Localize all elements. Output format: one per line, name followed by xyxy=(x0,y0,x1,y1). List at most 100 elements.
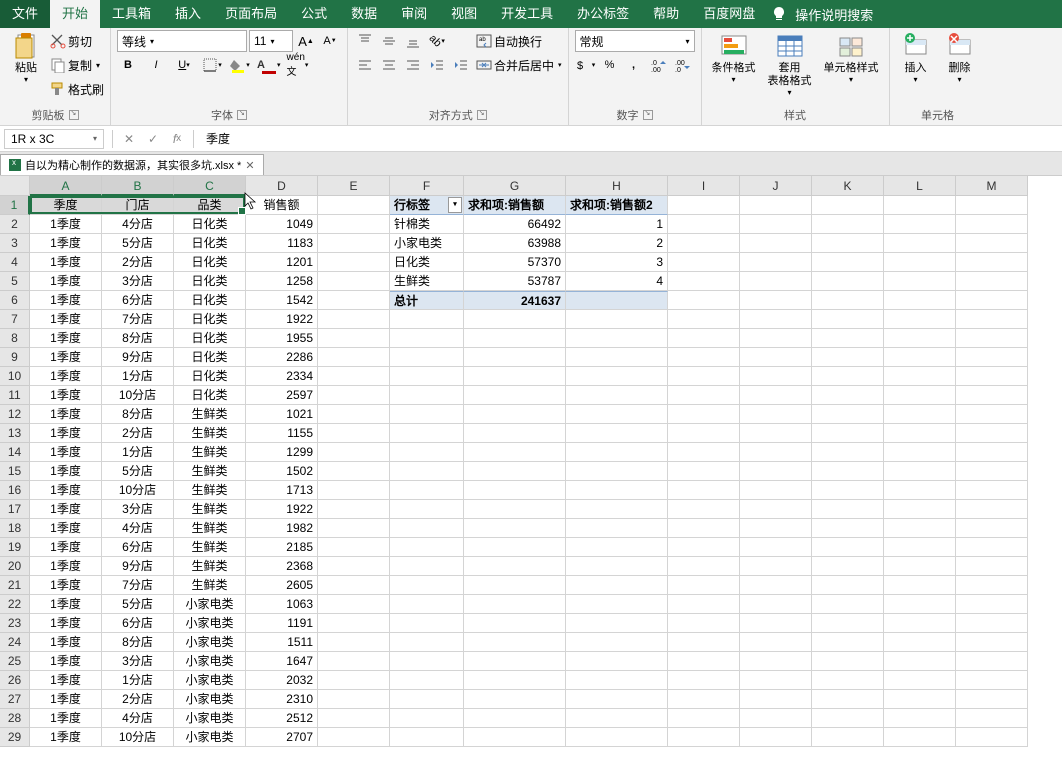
cell[interactable] xyxy=(668,538,740,557)
cell[interactable] xyxy=(464,386,566,405)
cell[interactable] xyxy=(956,462,1028,481)
cell[interactable] xyxy=(740,424,812,443)
cell[interactable] xyxy=(390,310,464,329)
cell[interactable] xyxy=(318,386,390,405)
cell[interactable]: 1分店 xyxy=(102,443,174,462)
cell[interactable]: 1季度 xyxy=(30,405,102,424)
cell[interactable] xyxy=(390,538,464,557)
cell[interactable] xyxy=(812,576,884,595)
cell[interactable] xyxy=(566,557,668,576)
cell[interactable]: 1季度 xyxy=(30,690,102,709)
cell[interactable] xyxy=(318,500,390,519)
cell[interactable] xyxy=(318,633,390,652)
cell[interactable]: 2597 xyxy=(246,386,318,405)
cell[interactable] xyxy=(318,690,390,709)
cell[interactable] xyxy=(668,367,740,386)
cell[interactable] xyxy=(390,386,464,405)
cell[interactable]: 日化类 xyxy=(174,234,246,253)
cell[interactable] xyxy=(566,291,668,310)
cell[interactable] xyxy=(390,595,464,614)
cell[interactable] xyxy=(668,291,740,310)
cell[interactable]: 1季度 xyxy=(30,348,102,367)
cell[interactable] xyxy=(740,709,812,728)
row-header-2[interactable]: 2 xyxy=(0,215,30,234)
cell[interactable]: 1季度 xyxy=(30,462,102,481)
col-header-C[interactable]: C xyxy=(174,176,246,196)
tab-data[interactable]: 数据 xyxy=(339,0,389,28)
cell[interactable] xyxy=(956,386,1028,405)
row-header-1[interactable]: 1 xyxy=(0,196,30,215)
cell[interactable]: 1922 xyxy=(246,500,318,519)
tab-developer[interactable]: 开发工具 xyxy=(489,0,565,28)
cell[interactable] xyxy=(464,481,566,500)
row-header-21[interactable]: 21 xyxy=(0,576,30,595)
cell[interactable] xyxy=(464,633,566,652)
cell[interactable] xyxy=(812,538,884,557)
cell[interactable] xyxy=(390,329,464,348)
cell[interactable]: 求和项:销售额2 xyxy=(566,196,668,215)
cell[interactable] xyxy=(464,671,566,690)
row-header-14[interactable]: 14 xyxy=(0,443,30,462)
cell[interactable]: 1922 xyxy=(246,310,318,329)
cell[interactable]: 1647 xyxy=(246,652,318,671)
cell[interactable] xyxy=(464,576,566,595)
col-header-D[interactable]: D xyxy=(246,176,318,196)
cell[interactable] xyxy=(318,462,390,481)
cell[interactable] xyxy=(884,690,956,709)
cell[interactable]: 行标签▾ xyxy=(390,196,464,215)
paste-button[interactable]: 粘贴 ▾ xyxy=(6,30,46,86)
cell[interactable] xyxy=(740,519,812,538)
cell[interactable] xyxy=(566,310,668,329)
cell[interactable] xyxy=(318,728,390,747)
cell[interactable] xyxy=(812,291,884,310)
cell[interactable]: 总计 xyxy=(390,291,464,310)
cell[interactable]: 生鲜类 xyxy=(390,272,464,291)
row-header-26[interactable]: 26 xyxy=(0,671,30,690)
comma-format-button[interactable]: , xyxy=(623,54,645,76)
cell[interactable]: 4分店 xyxy=(102,215,174,234)
cell[interactable]: 241637 xyxy=(464,291,566,310)
cell[interactable] xyxy=(740,310,812,329)
cell[interactable] xyxy=(464,614,566,633)
cell[interactable] xyxy=(318,367,390,386)
cell[interactable] xyxy=(884,215,956,234)
cell[interactable] xyxy=(318,671,390,690)
spreadsheet-grid[interactable]: ABCDEFGHIJKLM 12345678910111213141516171… xyxy=(0,176,1062,774)
cell[interactable] xyxy=(812,367,884,386)
cell[interactable] xyxy=(390,576,464,595)
cell[interactable] xyxy=(668,386,740,405)
cell[interactable]: 1982 xyxy=(246,519,318,538)
cell[interactable] xyxy=(390,519,464,538)
fill-color-button[interactable]: ▾ xyxy=(229,54,251,76)
cell[interactable]: 1季度 xyxy=(30,272,102,291)
cell[interactable] xyxy=(464,728,566,747)
cell[interactable]: 1191 xyxy=(246,614,318,633)
cell[interactable]: 63988 xyxy=(464,234,566,253)
cell[interactable]: 小家电类 xyxy=(174,614,246,633)
col-header-H[interactable]: H xyxy=(566,176,668,196)
cell[interactable] xyxy=(390,671,464,690)
cell[interactable]: 1季度 xyxy=(30,709,102,728)
row-header-10[interactable]: 10 xyxy=(0,367,30,386)
cell[interactable] xyxy=(812,310,884,329)
col-header-J[interactable]: J xyxy=(740,176,812,196)
cell[interactable] xyxy=(740,405,812,424)
cell[interactable] xyxy=(318,652,390,671)
cell[interactable] xyxy=(390,557,464,576)
cell[interactable]: 日化类 xyxy=(174,253,246,272)
cell[interactable]: 66492 xyxy=(464,215,566,234)
row-header-11[interactable]: 11 xyxy=(0,386,30,405)
cell[interactable]: 日化类 xyxy=(174,272,246,291)
cell[interactable] xyxy=(464,690,566,709)
cell[interactable] xyxy=(812,253,884,272)
cell[interactable]: 2512 xyxy=(246,709,318,728)
col-header-K[interactable]: K xyxy=(812,176,884,196)
cell[interactable] xyxy=(956,329,1028,348)
cell[interactable] xyxy=(956,367,1028,386)
cell[interactable] xyxy=(740,348,812,367)
cell[interactable] xyxy=(812,614,884,633)
cell[interactable] xyxy=(956,709,1028,728)
cell[interactable] xyxy=(390,462,464,481)
cell[interactable] xyxy=(740,443,812,462)
cell[interactable] xyxy=(668,633,740,652)
